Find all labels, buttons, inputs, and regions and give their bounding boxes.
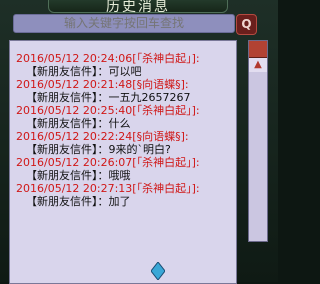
scrollbar[interactable]: ▲ xyxy=(248,40,268,242)
message-meta: 2016/05/12 20:25:40[「杀神白起」]: xyxy=(16,104,200,117)
message-item: 2016/05/12 20:22:24[§向语蝶§]: 【新朋友信件】：9来的`… xyxy=(10,130,236,156)
search-input[interactable] xyxy=(13,14,235,33)
message-item: 2016/05/12 20:27:13[「杀神白起」]: 【新朋友信件】：加了 xyxy=(10,182,236,208)
scroll-area: ▲ xyxy=(240,40,276,282)
message-meta: 2016/05/12 20:27:13[「杀神白起」]: xyxy=(16,182,200,195)
message-meta: 2016/05/12 20:24:06[「杀神白起」]: xyxy=(16,52,200,65)
search-button[interactable]: Q xyxy=(236,14,257,35)
scroll-up-button[interactable]: ▲ xyxy=(249,58,267,72)
message-body: 【新朋友信件】：加了 xyxy=(26,195,131,208)
message-item: 2016/05/12 20:24:06[「杀神白起」]: 【新朋友信件】：可以吧 xyxy=(10,52,236,78)
message-body: 【新朋友信件】：可以吧 xyxy=(26,65,142,78)
message-body: 【新朋友信件】：9来的`明白? xyxy=(26,143,171,156)
message-body: 【新朋友信件】：一五九2657267 xyxy=(26,91,191,104)
history-window: 历史消息 Q 2016/05/12 20:24:06[「杀神白起」]: 【新朋友… xyxy=(0,0,278,284)
window-title: 历史消息 xyxy=(48,0,228,15)
gem-icon xyxy=(151,262,165,280)
message-meta: 2016/05/12 20:21:48[§向语蝶§]: xyxy=(16,78,189,91)
message-item: 2016/05/12 20:25:40[「杀神白起」]: 【新朋友信件】：什么 xyxy=(10,104,236,130)
message-body: 【新朋友信件】：什么 xyxy=(26,117,131,130)
scroll-to-top-button[interactable] xyxy=(249,41,267,58)
message-item: 2016/05/12 20:26:07[「杀神白起」]: 【新朋友信件】：哦哦 xyxy=(10,156,236,182)
message-item: 2016/05/12 20:21:48[§向语蝶§]: 【新朋友信件】：一五九2… xyxy=(10,78,236,104)
message-list[interactable]: 2016/05/12 20:24:06[「杀神白起」]: 【新朋友信件】：可以吧… xyxy=(9,40,237,284)
message-body: 【新朋友信件】：哦哦 xyxy=(26,169,131,182)
search-bar: Q xyxy=(9,14,271,36)
search-icon: Q xyxy=(241,17,252,31)
arrow-up-icon: ▲ xyxy=(254,59,262,70)
message-meta: 2016/05/12 20:26:07[「杀神白起」]: xyxy=(16,156,200,169)
message-meta: 2016/05/12 20:22:24[§向语蝶§]: xyxy=(16,130,189,143)
